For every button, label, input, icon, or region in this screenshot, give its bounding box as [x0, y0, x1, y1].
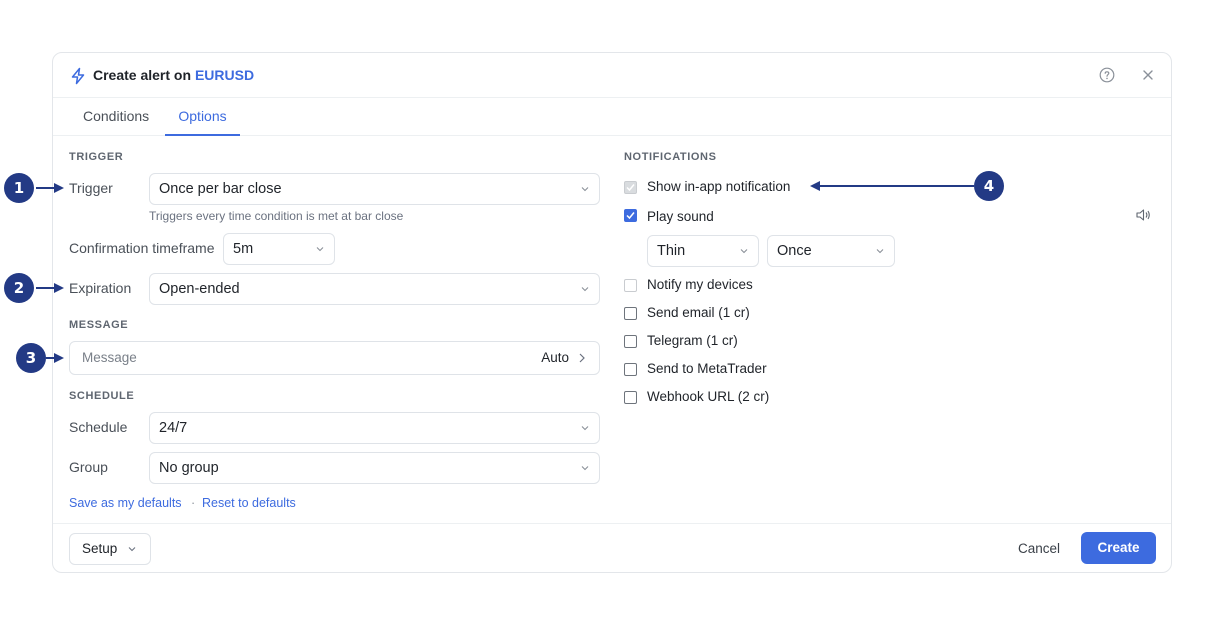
close-icon[interactable] [1140, 67, 1156, 83]
help-icon[interactable] [1099, 67, 1115, 83]
symbol-name: EURUSD [194, 67, 255, 83]
send-email-checkbox[interactable] [624, 307, 637, 320]
annotation-marker-2: 2 [4, 273, 34, 303]
trigger-label: Trigger [69, 180, 113, 196]
telegram-checkbox[interactable] [624, 335, 637, 348]
message-section-title: MESSAGE [69, 319, 129, 331]
sound-value: Thin [657, 243, 686, 259]
annotation-marker-3: 3 [16, 343, 46, 373]
chevron-down-icon [740, 249, 748, 254]
expiration-select[interactable]: Open-ended [149, 273, 600, 305]
telegram-label: Telegram (1 cr) [647, 333, 738, 348]
metatrader-checkbox[interactable] [624, 363, 637, 376]
chevron-down-icon [128, 547, 136, 552]
setup-button[interactable]: Setup [69, 533, 151, 565]
tab-options[interactable]: Options [165, 98, 240, 136]
dialog-title: Create alert on EURUSD [93, 67, 254, 83]
chevron-down-icon [876, 249, 884, 254]
confirmation-timeframe-label: Confirmation timeframe [69, 240, 215, 256]
show-in-app-checkbox[interactable] [624, 181, 637, 194]
sound-repeat-select[interactable]: Once [767, 235, 895, 267]
show-in-app-label: Show in-app notification [647, 179, 791, 194]
dialog-tabs: Conditions Options [53, 98, 1171, 136]
webhook-label: Webhook URL (2 cr) [647, 389, 770, 404]
create-button[interactable]: Create [1081, 532, 1156, 564]
notifications-section-title: NOTIFICATIONS [624, 151, 717, 163]
group-value: No group [159, 460, 219, 476]
dialog-footer: Setup Cancel Create [53, 523, 1171, 572]
trigger-select[interactable]: Once per bar close [149, 173, 600, 205]
webhook-checkbox[interactable] [624, 391, 637, 404]
chevron-down-icon [581, 466, 589, 471]
chevron-down-icon [581, 426, 589, 431]
message-mode: Auto [541, 350, 569, 365]
send-email-label: Send email (1 cr) [647, 305, 750, 320]
lightning-icon [71, 67, 85, 85]
speaker-icon[interactable] [1135, 208, 1151, 222]
sound-select[interactable]: Thin [647, 235, 759, 267]
confirmation-timeframe-select[interactable]: 5m [223, 233, 335, 265]
create-alert-dialog: Create alert on EURUSD Conditions Option… [52, 52, 1172, 573]
title-prefix: Create alert on [93, 67, 195, 83]
expiration-value: Open-ended [159, 281, 240, 297]
message-placeholder: Message [82, 350, 137, 365]
cancel-button[interactable]: Cancel [1018, 541, 1060, 556]
metatrader-label: Send to MetaTrader [647, 361, 767, 376]
schedule-section-title: SCHEDULE [69, 390, 135, 402]
annotation-marker-4: 4 [974, 171, 1004, 201]
chevron-down-icon [316, 247, 324, 252]
reset-defaults-link[interactable]: Reset to defaults [202, 496, 296, 510]
defaults-separator: · [191, 496, 196, 510]
trigger-hint: Triggers every time condition is met at … [149, 209, 404, 223]
group-select[interactable]: No group [149, 452, 600, 484]
schedule-label: Schedule [69, 419, 128, 435]
message-field[interactable]: Message Auto [69, 341, 600, 375]
save-defaults-link[interactable]: Save as my defaults [69, 496, 182, 510]
play-sound-label: Play sound [647, 209, 714, 224]
dialog-header: Create alert on EURUSD [53, 53, 1171, 98]
notify-devices-checkbox[interactable] [624, 279, 637, 292]
chevron-down-icon [581, 187, 589, 192]
timeframe-value: 5m [233, 241, 254, 257]
schedule-select[interactable]: 24/7 [149, 412, 600, 444]
annotation-marker-1: 1 [4, 173, 34, 203]
group-label: Group [69, 459, 108, 475]
chevron-right-icon [579, 353, 585, 363]
chevron-down-icon [581, 287, 589, 292]
schedule-value: 24/7 [159, 420, 188, 436]
play-sound-checkbox[interactable] [624, 209, 637, 222]
repeat-value: Once [777, 243, 812, 259]
trigger-section-title: TRIGGER [69, 151, 124, 163]
trigger-value: Once per bar close [159, 181, 282, 197]
setup-label: Setup [82, 541, 118, 556]
expiration-label: Expiration [69, 280, 132, 296]
tab-conditions[interactable]: Conditions [83, 98, 149, 136]
notify-devices-label: Notify my devices [647, 277, 753, 292]
